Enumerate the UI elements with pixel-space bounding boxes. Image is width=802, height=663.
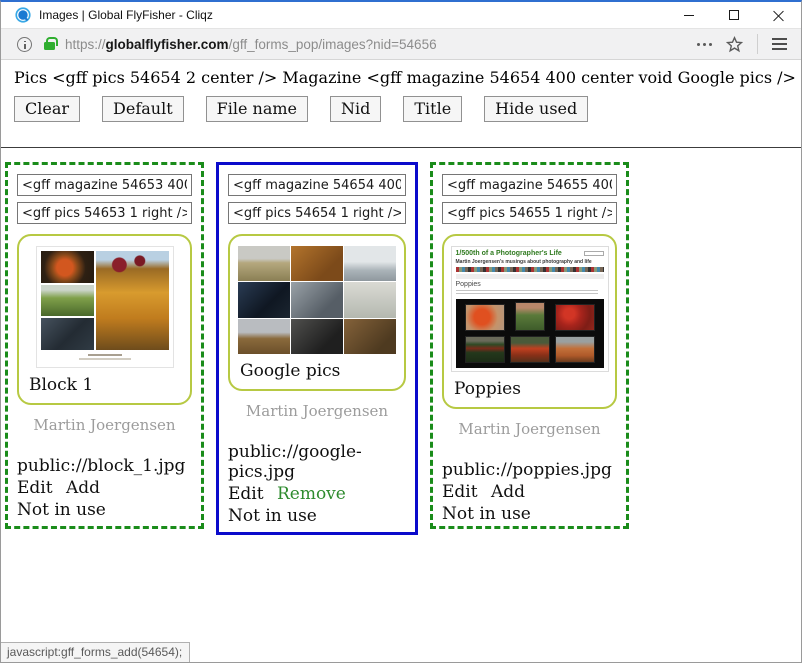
image-grid: Block 1 Martin Joergensen public://block… <box>1 148 801 663</box>
lock-icon[interactable] <box>44 42 55 50</box>
usage-status: Not in use <box>442 504 617 524</box>
default-button[interactable]: Default <box>102 96 184 122</box>
hide-used-button[interactable]: Hide used <box>484 96 588 122</box>
title-bar: Images | Global FlyFisher - Cliqz <box>1 2 801 28</box>
minimize-icon <box>684 15 694 16</box>
thumb-breadcrumb-bar <box>456 274 604 279</box>
edit-link[interactable]: Edit <box>17 478 53 498</box>
url-scheme: https:// <box>65 37 106 52</box>
image-actions: Edit Add <box>442 482 617 502</box>
image-caption: Block 1 <box>29 375 184 395</box>
thumb-text-lines <box>456 290 598 296</box>
thumb-thumbstrip <box>456 267 604 272</box>
filter-toolbar: Clear Default File name Nid Title Hide u… <box>14 96 788 122</box>
page-actions-icon[interactable] <box>697 43 712 46</box>
info-icon[interactable] <box>17 37 32 52</box>
browser-window: Images | Global FlyFisher - Cliqz https:… <box>0 0 802 663</box>
image-author: Martin Joergensen <box>228 402 406 420</box>
usage-status: Not in use <box>17 500 192 520</box>
title-button[interactable]: Title <box>403 96 462 122</box>
window-title: Images | Global FlyFisher - Cliqz <box>39 8 666 22</box>
image-card-google-pics: Google pics Martin Joergensen public://g… <box>216 162 418 535</box>
image-card-block-1: Block 1 Martin Joergensen public://block… <box>5 162 204 529</box>
url-path: /gff_forms_pop/images?nid=54656 <box>229 37 437 52</box>
maximize-icon <box>729 10 739 20</box>
file-name-button[interactable]: File name <box>206 96 308 122</box>
thumb-page-heading: Poppies <box>456 281 604 288</box>
cliqz-logo-icon <box>15 7 31 23</box>
image-author: Martin Joergensen <box>17 416 192 434</box>
edit-link[interactable]: Edit <box>228 484 264 504</box>
image-path: public://poppies.jpg <box>442 460 617 480</box>
image-card-poppies: 1/500th of a Photographer's Life Martin … <box>430 162 629 529</box>
magazine-code-input[interactable] <box>442 174 617 196</box>
thumb-page-subtitle: Martin Joergensen's musings about photog… <box>456 259 604 265</box>
image-actions: Edit Remove <box>228 484 406 504</box>
toolbar-separator <box>757 34 758 54</box>
url-text[interactable]: https://globalflyfisher.com/gff_forms_po… <box>65 37 689 52</box>
maximize-button[interactable] <box>711 2 756 28</box>
image-author: Martin Joergensen <box>442 420 617 438</box>
pics-code-input[interactable] <box>228 202 406 224</box>
thumb-search-box <box>584 251 604 256</box>
current-codes-line: Pics <gff pics 54654 2 center /> Magazin… <box>14 68 788 87</box>
image-path: public://block_1.jpg <box>17 456 192 476</box>
remove-link[interactable]: Remove <box>277 484 346 504</box>
menu-icon[interactable] <box>772 38 787 50</box>
close-button[interactable] <box>756 2 801 28</box>
image-caption: Google pics <box>240 361 398 381</box>
status-tooltip: javascript:gff_forms_add(54654); <box>1 642 190 662</box>
edit-link[interactable]: Edit <box>442 482 478 502</box>
thumbnail-image[interactable] <box>238 246 396 354</box>
thumb-page-title: 1/500th of a Photographer's Life <box>456 250 562 258</box>
image-actions: Edit Add <box>17 478 192 498</box>
url-bar: https://globalflyfisher.com/gff_forms_po… <box>1 28 801 60</box>
close-icon <box>773 10 784 21</box>
pics-code-input[interactable] <box>442 202 617 224</box>
clear-button[interactable]: Clear <box>14 96 80 122</box>
page-header: Pics <gff pics 54654 2 center /> Magazin… <box>1 60 801 148</box>
url-domain: globalflyfisher.com <box>106 37 229 52</box>
thumb-photo-panel <box>456 299 604 368</box>
image-thumbnail-box: 1/500th of a Photographer's Life Martin … <box>442 234 617 409</box>
minimize-button[interactable] <box>666 2 711 28</box>
nid-button[interactable]: Nid <box>330 96 381 122</box>
add-link[interactable]: Add <box>66 478 100 498</box>
add-link[interactable]: Add <box>491 482 525 502</box>
thumbnail-image[interactable] <box>36 246 174 368</box>
usage-status: Not in use <box>228 506 406 526</box>
image-thumbnail-box: Google pics <box>228 234 406 391</box>
image-path: public://google-pics.jpg <box>228 442 406 482</box>
image-caption: Poppies <box>454 379 609 399</box>
thumbnail-image[interactable]: 1/500th of a Photographer's Life Martin … <box>451 246 609 372</box>
magazine-code-input[interactable] <box>17 174 192 196</box>
bookmark-star-icon[interactable] <box>726 36 743 53</box>
magazine-code-input[interactable] <box>228 174 406 196</box>
image-thumbnail-box: Block 1 <box>17 234 192 405</box>
pics-code-input[interactable] <box>17 202 192 224</box>
